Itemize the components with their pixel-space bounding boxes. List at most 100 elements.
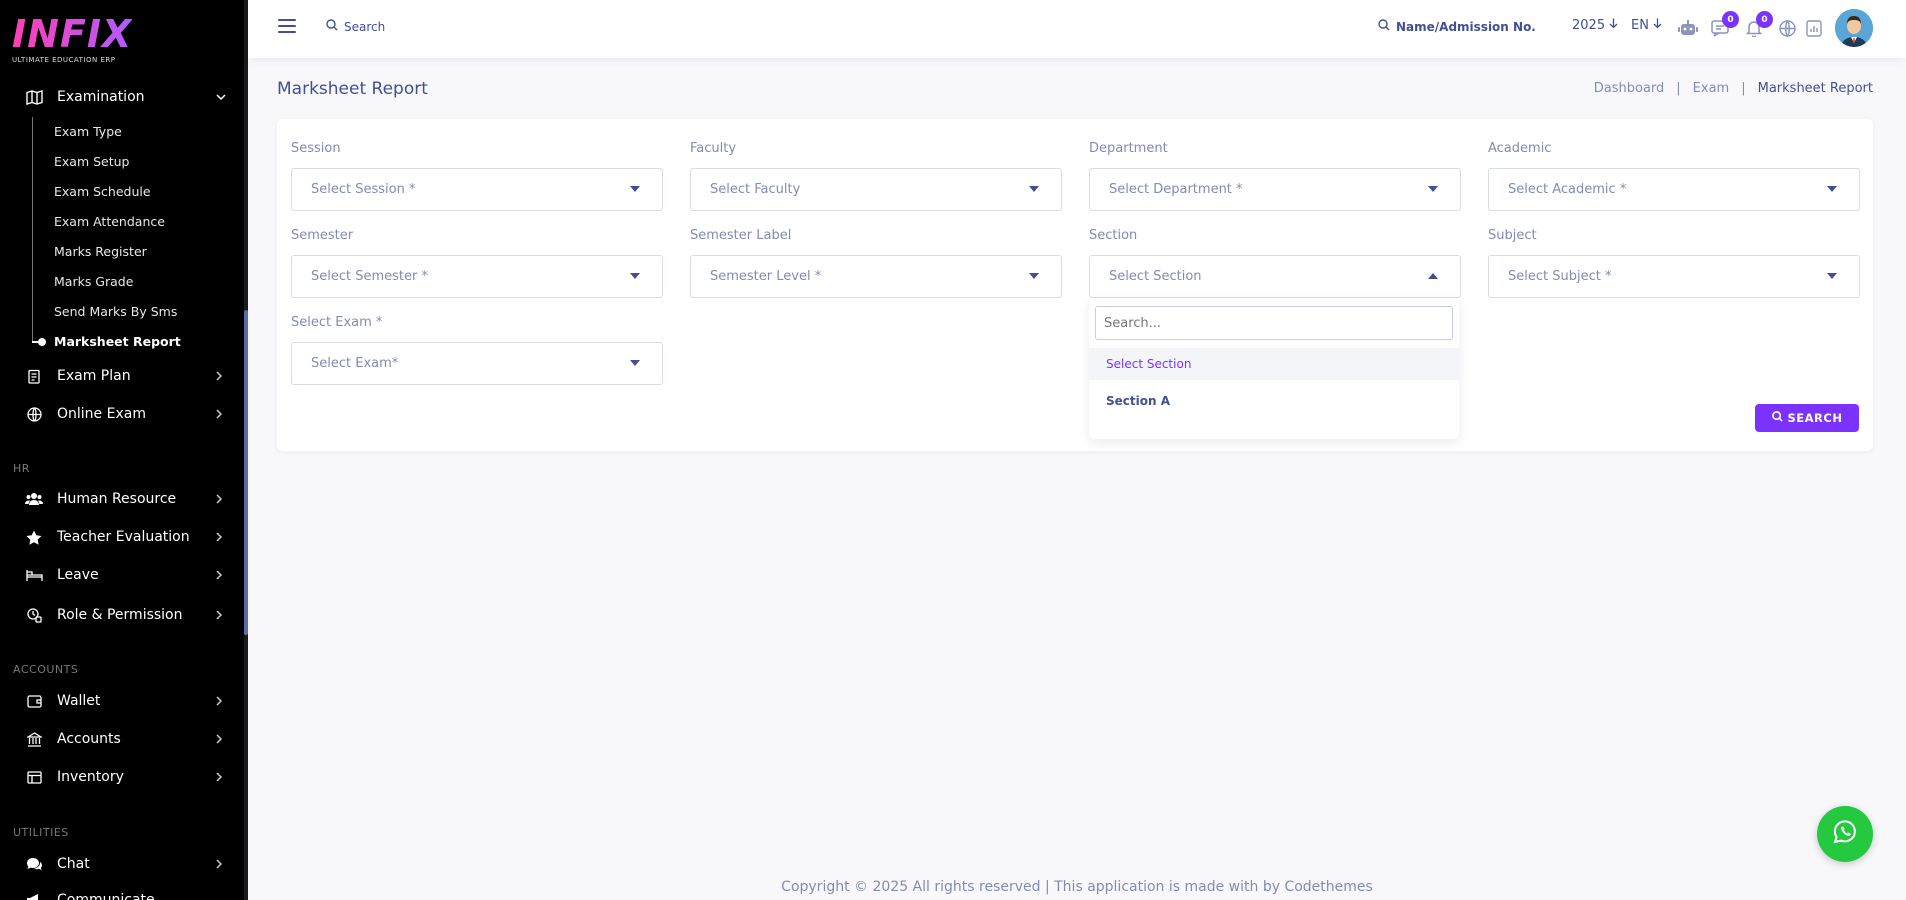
- section-dropdown: Select Section Section A: [1089, 298, 1459, 439]
- caret-down-icon: [630, 360, 640, 366]
- faculty-select[interactable]: Select Faculty: [690, 168, 1062, 211]
- chevron-right-icon: [216, 696, 226, 706]
- sidebar-sub-marksheet-report[interactable]: Marksheet Report: [54, 334, 181, 349]
- section-option-select[interactable]: Select Section: [1089, 348, 1459, 380]
- whatsapp-button[interactable]: [1817, 806, 1873, 862]
- globe-icon[interactable]: [1776, 17, 1798, 39]
- sidebar-scrollbar-thumb[interactable]: [244, 310, 248, 635]
- sidebar-item-inventory[interactable]: Inventory: [0, 760, 244, 794]
- student-search[interactable]: Name/Admission No.: [1378, 19, 1536, 34]
- robot-icon[interactable]: [1677, 17, 1699, 39]
- users-icon: [25, 490, 43, 508]
- breadcrumb-exam[interactable]: Exam: [1693, 81, 1730, 96]
- caret-down-icon: [630, 273, 640, 279]
- sidebar: INFIX ULTIMATE EDUCATION ERP Examination…: [0, 0, 248, 900]
- semester-level-label: Semester Label: [690, 228, 792, 243]
- chat-icon: [25, 855, 43, 873]
- sidebar-sub-marks-grade[interactable]: Marks Grade: [54, 274, 133, 289]
- session-select[interactable]: Select Session *: [291, 168, 663, 211]
- sidebar-item-role-permission[interactable]: Role & Permission: [0, 598, 244, 632]
- footer-copyright: Copyright © 2025 All rights reserved | T…: [781, 879, 1373, 895]
- session-label: Session: [291, 141, 341, 156]
- global-search[interactable]: Search: [326, 19, 385, 34]
- chevron-right-icon: [216, 532, 226, 542]
- star-icon: [25, 528, 43, 546]
- sidebar-sub-exam-type[interactable]: Exam Type: [54, 124, 122, 139]
- chevron-right-icon: [216, 859, 226, 869]
- exam-select[interactable]: Select Exam*: [291, 342, 663, 385]
- sidebar-item-human-resource[interactable]: Human Resource: [0, 482, 244, 516]
- global-search-label: Search: [344, 19, 386, 34]
- sidebar-item-leave[interactable]: Leave: [0, 558, 244, 592]
- faculty-label: Faculty: [690, 141, 737, 156]
- academic-select[interactable]: Select Academic *: [1488, 168, 1860, 211]
- sidebar-item-chat[interactable]: Chat: [0, 847, 244, 881]
- sidebar-sub-exam-setup[interactable]: Exam Setup: [54, 154, 130, 169]
- chevron-right-icon: [216, 494, 226, 504]
- language-selector[interactable]: EN: [1631, 18, 1662, 33]
- semester-level-select-value: Semester Level *: [710, 269, 822, 284]
- sidebar-item-label: Examination: [57, 89, 145, 105]
- sidebar-sub-exam-attendance[interactable]: Exam Attendance: [54, 214, 165, 229]
- section-option-a[interactable]: Section A: [1089, 385, 1459, 417]
- sidebar-item-label: Inventory: [57, 769, 124, 785]
- report-chart-icon[interactable]: [1803, 17, 1825, 39]
- sidebar-item-wallet[interactable]: Wallet: [0, 684, 244, 718]
- faculty-select-value: Select Faculty: [710, 182, 801, 197]
- sidebar-item-online-exam[interactable]: Online Exam: [0, 397, 244, 431]
- caret-down-icon: [1827, 273, 1837, 279]
- caret-down-icon: [1428, 186, 1438, 192]
- chat-badge: 0: [1722, 11, 1739, 28]
- semester-level-select[interactable]: Semester Level *: [690, 255, 1062, 298]
- subject-select-value: Select Subject *: [1508, 269, 1612, 284]
- sidebar-item-exam-plan[interactable]: Exam Plan: [0, 359, 244, 393]
- breadcrumb-current: Marksheet Report: [1757, 81, 1873, 96]
- hamburger-menu-icon[interactable]: [278, 19, 296, 37]
- search-button[interactable]: SEARCH: [1755, 404, 1859, 432]
- chevron-right-icon: [216, 734, 226, 744]
- globe-icon: [25, 405, 43, 423]
- subject-select[interactable]: Select Subject *: [1488, 255, 1860, 298]
- bell-icon[interactable]: 0: [1743, 11, 1773, 39]
- sidebar-item-label: Chat: [57, 856, 90, 872]
- session-select-value: Select Session *: [311, 182, 416, 197]
- arrow-down-icon: [1653, 18, 1662, 33]
- submenu-line: [32, 117, 33, 342]
- exam-label: Select Exam *: [291, 315, 383, 330]
- sidebar-item-label: Teacher Evaluation: [57, 529, 190, 545]
- chat-notification-icon[interactable]: 0: [1709, 11, 1739, 39]
- sidebar-sub-marks-register[interactable]: Marks Register: [54, 244, 147, 259]
- sidebar-item-examination[interactable]: Examination: [0, 80, 244, 114]
- breadcrumb-separator: |: [1676, 81, 1681, 96]
- caret-down-icon: [1029, 186, 1039, 192]
- notification-badge: 0: [1756, 11, 1773, 28]
- section-dropdown-search[interactable]: [1095, 306, 1453, 340]
- year-selector[interactable]: 2025: [1572, 18, 1618, 33]
- brand-logo[interactable]: INFIX ULTIMATE EDUCATION ERP: [12, 14, 132, 64]
- department-label: Department: [1089, 141, 1168, 156]
- semester-select[interactable]: Select Semester *: [291, 255, 663, 298]
- whatsapp-icon: [1831, 818, 1859, 850]
- caret-up-icon: [1428, 273, 1438, 279]
- year-value: 2025: [1572, 18, 1606, 33]
- search-icon: [1378, 19, 1390, 34]
- chevron-right-icon: [216, 409, 226, 419]
- user-avatar[interactable]: [1835, 9, 1873, 47]
- department-select[interactable]: Select Department *: [1089, 168, 1461, 211]
- department-select-value: Select Department *: [1109, 182, 1243, 197]
- chevron-down-icon: [216, 92, 226, 102]
- section-select[interactable]: Select Section: [1089, 255, 1461, 298]
- logo-text: INFIX: [12, 12, 133, 56]
- language-value: EN: [1631, 18, 1649, 33]
- section-label-hr: HR: [13, 462, 30, 475]
- search-icon: [326, 19, 338, 34]
- sidebar-item-communicate[interactable]: Communicate: [0, 883, 244, 900]
- section-label: Section: [1089, 228, 1138, 243]
- exam-select-value: Select Exam*: [311, 356, 399, 371]
- breadcrumb: Dashboard | Exam | Marksheet Report: [1594, 81, 1873, 96]
- sidebar-sub-exam-schedule[interactable]: Exam Schedule: [54, 184, 151, 199]
- sidebar-item-accounts[interactable]: Accounts: [0, 722, 244, 756]
- breadcrumb-dashboard[interactable]: Dashboard: [1594, 81, 1665, 96]
- sidebar-item-teacher-evaluation[interactable]: Teacher Evaluation: [0, 520, 244, 554]
- sidebar-sub-send-marks-sms[interactable]: Send Marks By Sms: [54, 304, 177, 319]
